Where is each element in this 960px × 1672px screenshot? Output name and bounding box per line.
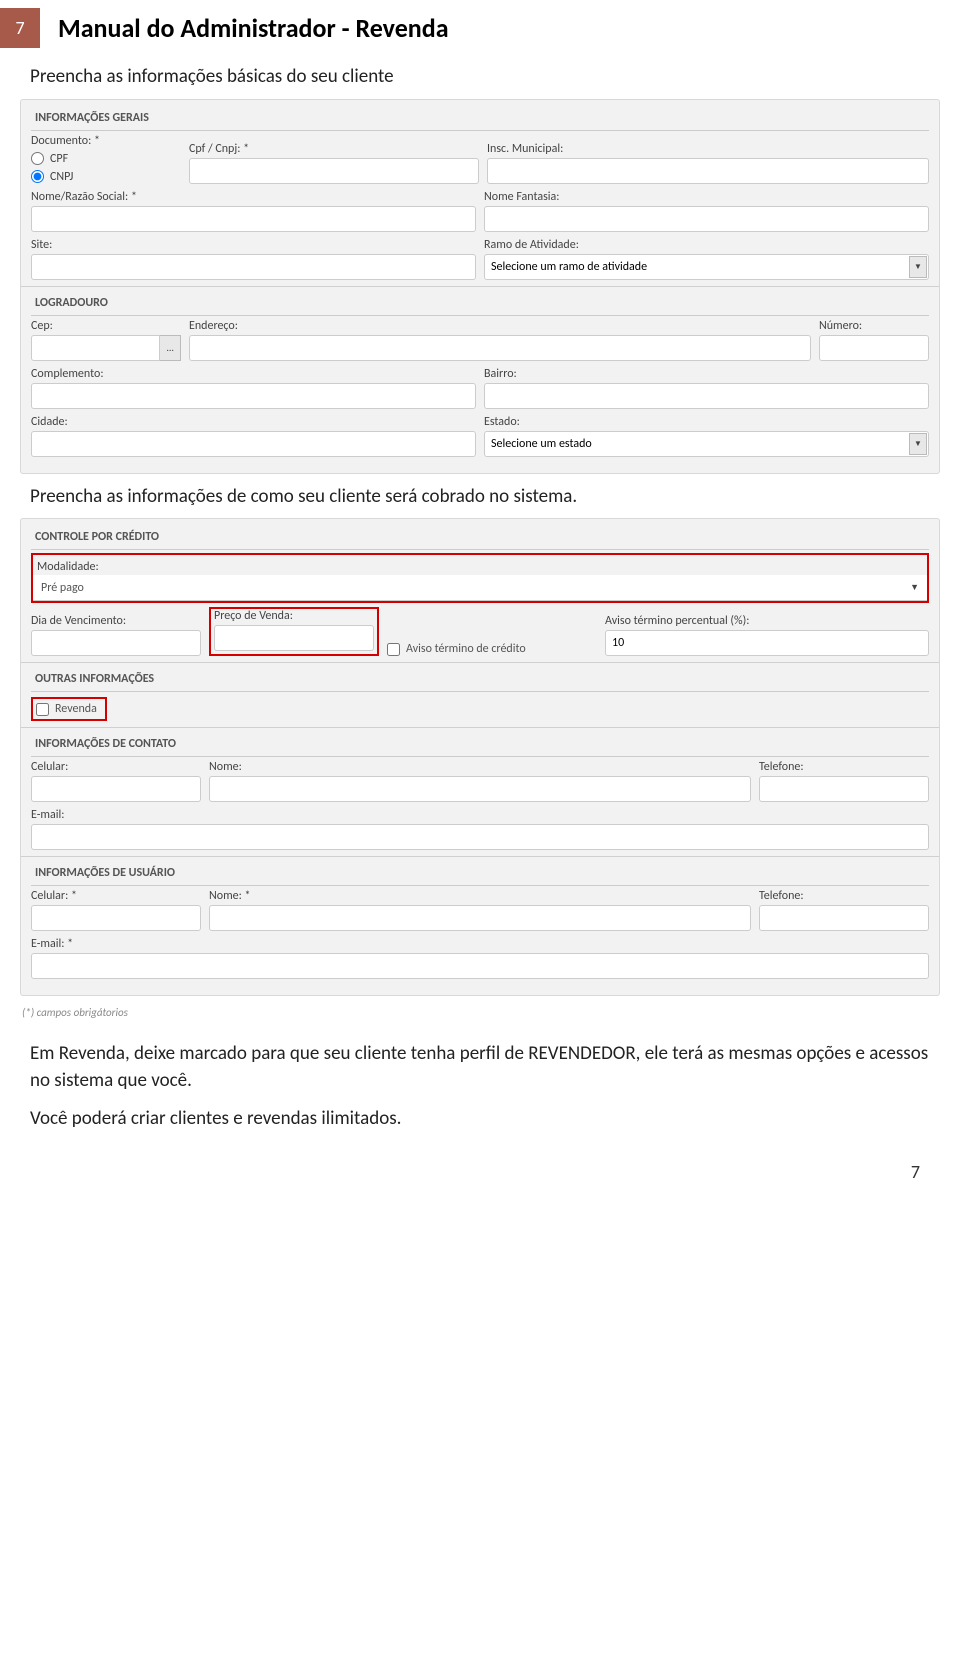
- outro-text-1: Em Revenda, deixe marcado para que seu c…: [0, 1037, 960, 1102]
- highlight-modalidade: Modalidade: Pré pago ▼: [31, 553, 929, 603]
- nome-fantasia-input[interactable]: [484, 206, 929, 232]
- legend-logradouro: LOGRADOURO: [31, 293, 929, 313]
- legend-contato: INFORMAÇÕES DE CONTATO: [31, 734, 929, 754]
- u-email-label: E-mail: *: [31, 937, 929, 951]
- u-telefone-input[interactable]: [759, 905, 929, 931]
- radio-cnpj-input[interactable]: [31, 170, 44, 183]
- legend-usuario: INFORMAÇÕES DE USUÁRIO: [31, 863, 929, 883]
- complemento-input[interactable]: [31, 383, 476, 409]
- nome-label: Nome:: [209, 760, 751, 774]
- aviso-perc-input[interactable]: [605, 630, 929, 656]
- ramo-select[interactable]: [484, 254, 929, 280]
- u-nome-label: Nome: *: [209, 889, 751, 903]
- radio-cpf[interactable]: CPF: [31, 152, 181, 166]
- page-number-badge: 7: [0, 8, 40, 48]
- site-input[interactable]: [31, 254, 476, 280]
- cep-input[interactable]: [31, 335, 160, 361]
- chevron-down-icon[interactable]: ▼: [909, 256, 927, 278]
- cidade-input[interactable]: [31, 431, 476, 457]
- u-celular-input[interactable]: [31, 905, 201, 931]
- modalidade-value: Pré pago: [41, 581, 84, 595]
- cpf-cnpj-input[interactable]: [189, 158, 479, 184]
- revenda-checkbox[interactable]: Revenda: [36, 702, 97, 716]
- highlight-preco: Preço de Venda:: [209, 607, 379, 656]
- cep-lookup-button[interactable]: …: [160, 335, 181, 361]
- endereco-input[interactable]: [189, 335, 811, 361]
- revenda-checkbox-input[interactable]: [36, 703, 49, 716]
- celular-label: Celular:: [31, 760, 201, 774]
- u-nome-input[interactable]: [209, 905, 751, 931]
- radio-cpf-label: CPF: [50, 152, 68, 166]
- nome-fantasia-label: Nome Fantasia:: [484, 190, 929, 204]
- preco-input[interactable]: [214, 625, 374, 651]
- cidade-label: Cidade:: [31, 415, 476, 429]
- dia-venc-input[interactable]: [31, 630, 201, 656]
- document-title: Manual do Administrador - Revenda: [58, 12, 449, 44]
- radio-cpf-input[interactable]: [31, 152, 44, 165]
- ramo-label: Ramo de Atividade:: [484, 238, 929, 252]
- legend-outras: OUTRAS INFORMAÇÕES: [31, 669, 929, 689]
- numero-input[interactable]: [819, 335, 929, 361]
- telefone-label: Telefone:: [759, 760, 929, 774]
- modalidade-label: Modalidade:: [37, 560, 99, 574]
- chevron-down-icon[interactable]: ▼: [909, 433, 927, 455]
- nome-input[interactable]: [209, 776, 751, 802]
- nome-razao-label: Nome/Razão Social: *: [31, 190, 476, 204]
- bairro-input[interactable]: [484, 383, 929, 409]
- footer-page-number: 7: [0, 1141, 960, 1193]
- aviso-checkbox-input[interactable]: [387, 643, 400, 656]
- documento-label: Documento: *: [31, 134, 181, 148]
- required-footnote: (*) campos obrigátorios: [0, 1002, 960, 1023]
- celular-input[interactable]: [31, 776, 201, 802]
- legend-gerais: INFORMAÇÕES GERAIS: [31, 108, 929, 128]
- insc-municipal-input[interactable]: [487, 158, 929, 184]
- dia-venc-label: Dia de Vencimento:: [31, 614, 201, 628]
- email-input[interactable]: [31, 824, 929, 850]
- intro-text-1: Preencha as informações básicas do seu c…: [0, 60, 960, 99]
- cep-label: Cep:: [31, 319, 181, 333]
- insc-municipal-label: Insc. Municipal:: [487, 142, 929, 156]
- highlight-revenda: Revenda: [31, 697, 107, 721]
- telefone-input[interactable]: [759, 776, 929, 802]
- nome-razao-input[interactable]: [31, 206, 476, 232]
- aviso-checkbox-label: Aviso término de crédito: [406, 642, 526, 656]
- aviso-perc-label: Aviso término percentual (%):: [605, 614, 929, 628]
- bairro-label: Bairro:: [484, 367, 929, 381]
- u-email-input[interactable]: [31, 953, 929, 979]
- complemento-label: Complemento:: [31, 367, 476, 381]
- estado-select[interactable]: [484, 431, 929, 457]
- intro-text-2: Preencha as informações de como seu clie…: [0, 480, 960, 519]
- chevron-down-icon: ▼: [910, 582, 919, 593]
- form-informacoes: INFORMAÇÕES GERAIS Documento: * CPF CNPJ…: [20, 99, 940, 474]
- preco-label: Preço de Venda:: [214, 609, 374, 623]
- legend-credito: CONTROLE POR CRÉDITO: [31, 527, 929, 547]
- modalidade-select[interactable]: Pré pago ▼: [33, 575, 927, 601]
- u-celular-label: Celular: *: [31, 889, 201, 903]
- revenda-checkbox-label: Revenda: [55, 702, 97, 716]
- estado-label: Estado:: [484, 415, 929, 429]
- endereco-label: Endereço:: [189, 319, 811, 333]
- outro-text-2: Você poderá criar clientes e revendas il…: [0, 1102, 960, 1141]
- u-telefone-label: Telefone:: [759, 889, 929, 903]
- cpf-cnpj-label: Cpf / Cnpj: *: [189, 142, 479, 156]
- numero-label: Número:: [819, 319, 929, 333]
- email-label: E-mail:: [31, 808, 929, 822]
- radio-cnpj[interactable]: CNPJ: [31, 170, 181, 184]
- aviso-checkbox[interactable]: Aviso término de crédito: [387, 642, 597, 656]
- page-header: 7 Manual do Administrador - Revenda: [0, 0, 960, 60]
- radio-cnpj-label: CNPJ: [50, 170, 73, 184]
- form-credito: CONTROLE POR CRÉDITO Modalidade: Pré pag…: [20, 518, 940, 996]
- site-label: Site:: [31, 238, 476, 252]
